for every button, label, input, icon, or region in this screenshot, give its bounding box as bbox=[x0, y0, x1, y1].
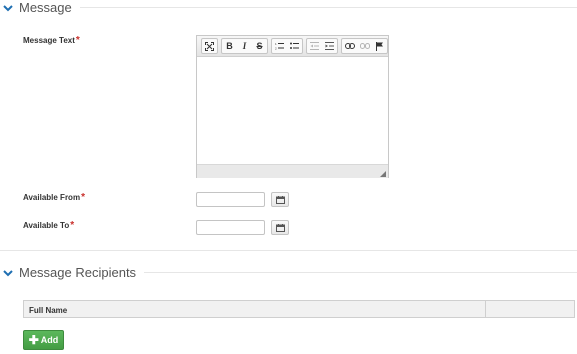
available-from-label: Available From* bbox=[23, 192, 85, 203]
add-button-label: Add bbox=[40, 335, 59, 345]
outdent-icon[interactable] bbox=[307, 39, 322, 53]
maximize-icon[interactable] bbox=[202, 39, 217, 53]
bulleted-list-icon[interactable] bbox=[287, 39, 302, 53]
resize-grip-icon[interactable] bbox=[380, 171, 386, 177]
plus-icon: ✚ bbox=[28, 333, 39, 347]
bold-button[interactable]: B bbox=[222, 39, 237, 53]
numbered-list-icon[interactable]: 12 bbox=[272, 39, 287, 53]
available-from-label-text: Available From bbox=[23, 193, 81, 202]
message-section-header[interactable]: Message bbox=[0, 0, 577, 15]
required-mark: * bbox=[70, 220, 75, 231]
available-to-input[interactable] bbox=[196, 220, 265, 235]
editor-content-area[interactable] bbox=[197, 57, 388, 164]
section-divider bbox=[0, 250, 577, 251]
section-title-message: Message bbox=[19, 0, 72, 15]
chevron-down-icon[interactable] bbox=[2, 267, 14, 279]
recipients-section-header[interactable]: Message Recipients bbox=[0, 265, 577, 280]
link-icon[interactable] bbox=[342, 39, 357, 53]
calendar-icon bbox=[275, 195, 285, 204]
editor-status-bar bbox=[197, 164, 388, 178]
anchor-flag-icon[interactable] bbox=[372, 39, 387, 53]
unlink-icon[interactable] bbox=[357, 39, 372, 53]
recipients-grid-header: Full Name bbox=[23, 300, 575, 318]
column-header-actions bbox=[486, 301, 574, 317]
available-to-label-text: Available To bbox=[23, 221, 70, 230]
svg-text:2: 2 bbox=[275, 47, 277, 51]
required-mark: * bbox=[81, 192, 85, 203]
editor-toolbar: B I S 12 bbox=[197, 36, 388, 57]
available-to-label: Available To* bbox=[23, 220, 74, 231]
message-text-label-text: Message Text bbox=[23, 36, 75, 45]
chevron-down-icon[interactable] bbox=[2, 2, 14, 14]
section-rule bbox=[79, 7, 577, 8]
strikethrough-button[interactable]: S bbox=[252, 39, 267, 53]
section-title-recipients: Message Recipients bbox=[19, 265, 137, 280]
svg-text:1: 1 bbox=[275, 42, 277, 46]
column-header-full-name[interactable]: Full Name bbox=[24, 301, 486, 317]
italic-button[interactable]: I bbox=[237, 39, 252, 53]
indent-icon[interactable] bbox=[322, 39, 337, 53]
add-recipient-button[interactable]: ✚ Add bbox=[23, 330, 64, 350]
section-rule bbox=[144, 272, 577, 273]
available-from-calendar-button[interactable] bbox=[271, 192, 289, 207]
required-mark: * bbox=[75, 35, 80, 46]
calendar-icon bbox=[275, 223, 285, 232]
available-from-input[interactable] bbox=[196, 192, 265, 207]
message-text-editor[interactable]: B I S 12 bbox=[196, 35, 389, 178]
message-text-label: Message Text* bbox=[23, 35, 80, 46]
available-to-calendar-button[interactable] bbox=[271, 220, 289, 235]
